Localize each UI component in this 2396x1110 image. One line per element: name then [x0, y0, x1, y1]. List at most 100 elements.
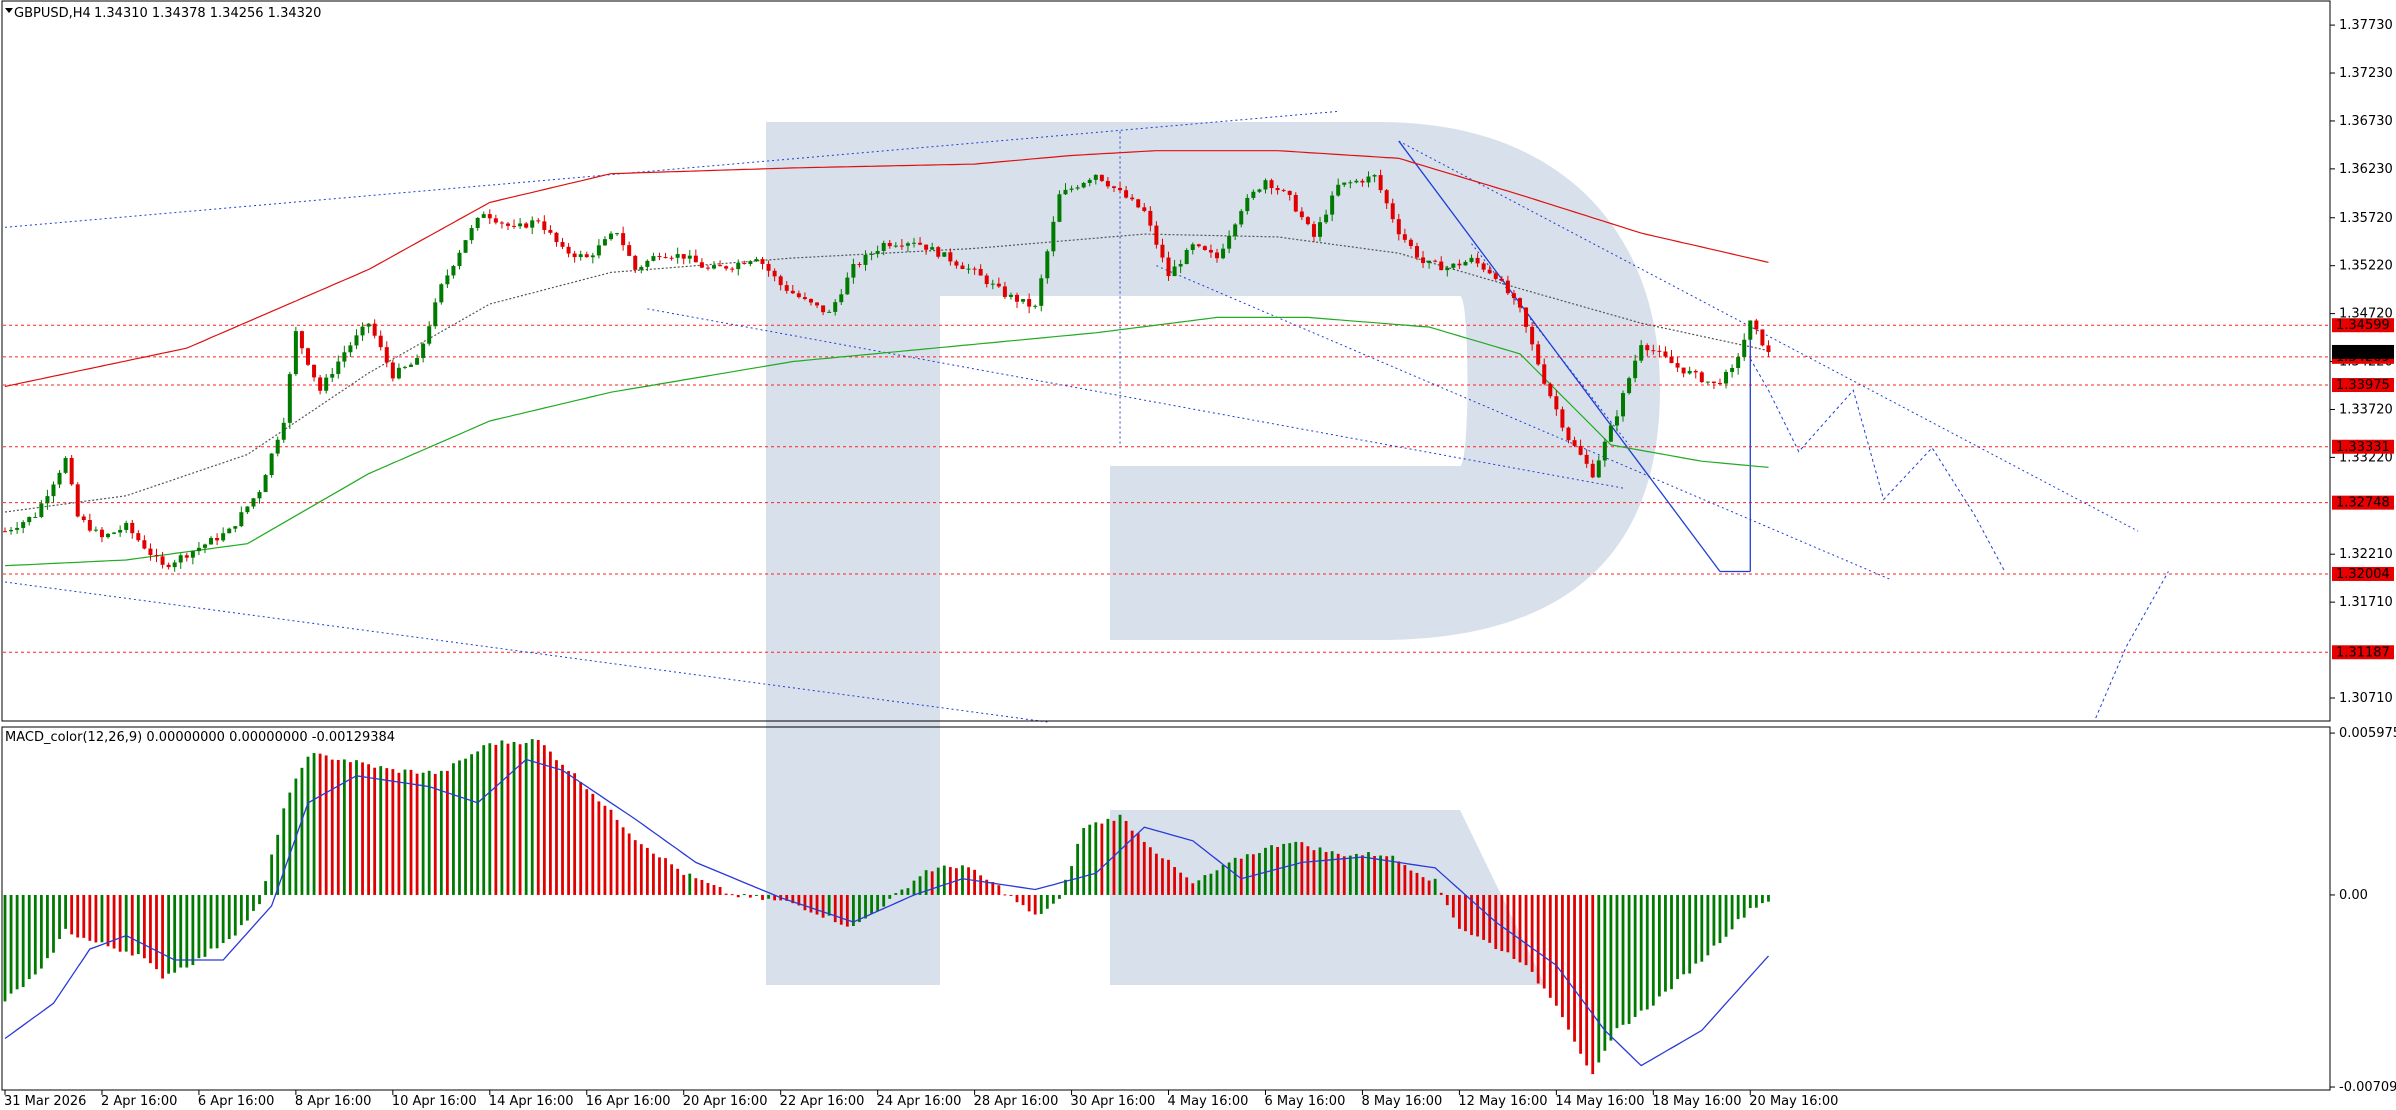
macd-bar: [1161, 858, 1164, 895]
macd-bar: [979, 875, 983, 895]
watermark-logo: [766, 122, 1660, 985]
macd-bar: [1591, 894, 1595, 1075]
price-tick-label: 1.37230: [2339, 66, 2393, 81]
candle-body: [930, 247, 935, 250]
candle-body: [1548, 383, 1553, 397]
macd-bar: [700, 879, 704, 895]
macd-bar: [1730, 894, 1734, 930]
candle-body: [1015, 294, 1020, 302]
candle-body: [402, 366, 407, 368]
macd-bar: [730, 894, 734, 896]
candle-body: [1651, 350, 1656, 352]
macd-bar: [1694, 894, 1698, 964]
macd-bar: [1191, 883, 1195, 895]
macd-bar: [1445, 894, 1449, 906]
macd-bar: [458, 760, 461, 895]
candle-body: [1299, 211, 1304, 218]
macd-bar: [1245, 854, 1249, 895]
collapse-triangle-icon[interactable]: [5, 8, 13, 13]
macd-bar: [1664, 894, 1667, 992]
candle-body: [1063, 189, 1068, 195]
candle-body: [33, 516, 38, 518]
candle-body: [275, 439, 280, 454]
macd-bar: [1585, 894, 1589, 1066]
macd-bar: [1427, 880, 1431, 895]
macd-bar: [1736, 894, 1740, 920]
price-level-value: 1.34599: [2336, 318, 2390, 333]
candle-body: [1639, 345, 1644, 361]
candle-body: [1172, 266, 1177, 277]
candle-body: [469, 228, 474, 241]
time-tick-label: 14 Apr 16:00: [489, 1094, 574, 1109]
candle-body: [154, 555, 159, 557]
candle-body: [1057, 194, 1062, 222]
candle-body: [1263, 180, 1268, 190]
candle-body: [493, 218, 498, 223]
candle-body: [1184, 249, 1189, 264]
macd-bar: [1633, 894, 1637, 1017]
macd-bar: [997, 885, 1001, 895]
time-tick-label: 2 Apr 16:00: [101, 1094, 177, 1109]
candle-body: [1269, 180, 1274, 189]
candle-body: [1033, 305, 1038, 307]
macd-bar: [876, 894, 880, 912]
candle-body: [1348, 182, 1353, 184]
candle-body: [1675, 363, 1680, 368]
macd-bar: [482, 745, 486, 895]
candle-body: [81, 516, 86, 521]
price-tick-label: 1.33720: [2339, 402, 2393, 417]
macd-bar: [833, 894, 837, 923]
macd-bar: [1342, 856, 1346, 895]
candle-body: [1233, 224, 1238, 236]
candle-body: [1221, 248, 1226, 259]
macd-bar: [1088, 824, 1092, 895]
time-tick-label: 24 Apr 16:00: [877, 1094, 962, 1109]
candle-body: [1584, 454, 1589, 464]
macd-bar: [336, 759, 340, 895]
macd-bar: [1627, 894, 1631, 1024]
macd-bar: [500, 740, 504, 895]
candle-body: [566, 246, 571, 254]
macd-bar: [452, 763, 455, 895]
macd-bar: [1518, 894, 1522, 963]
macd-bar: [639, 844, 643, 895]
candle-body: [1608, 425, 1613, 442]
candle-body: [524, 223, 529, 228]
candle-body: [287, 374, 292, 423]
time-tick-label: 4 May 16:00: [1168, 1094, 1249, 1109]
macd-bar: [906, 888, 910, 895]
candle-body: [1384, 190, 1389, 204]
macd-bar: [633, 840, 637, 895]
macd-bar: [1306, 846, 1310, 895]
macd-bar: [1209, 873, 1213, 895]
macd-bar: [1118, 814, 1122, 895]
macd-bar: [1227, 862, 1231, 895]
macd-bar: [1185, 877, 1189, 895]
macd-bar: [1767, 894, 1770, 902]
macd-bar: [349, 762, 352, 895]
candle-body: [136, 533, 141, 541]
candle-body: [415, 358, 420, 365]
candle-body: [893, 245, 898, 247]
price-level-value: 1.33331: [2336, 440, 2390, 455]
candle-body: [602, 239, 607, 246]
macd-bar: [415, 773, 419, 895]
macd-bar: [555, 760, 558, 895]
candle-body: [1475, 257, 1480, 264]
macd-bar: [1379, 855, 1383, 895]
candle-body: [1142, 207, 1147, 211]
candle-body: [1408, 239, 1413, 247]
candle-body: [99, 529, 104, 538]
candle-body: [439, 284, 444, 303]
candle-body: [330, 374, 335, 378]
candle-body: [372, 323, 377, 336]
macd-bar: [597, 801, 601, 895]
candle-body: [675, 254, 680, 258]
candle-body: [51, 484, 56, 497]
macd-bar: [1561, 894, 1564, 1018]
candle-body: [1166, 257, 1171, 277]
candle-body: [27, 516, 32, 523]
macd-bar: [839, 894, 843, 925]
candle-body: [1136, 199, 1141, 208]
candle-body: [39, 503, 44, 517]
